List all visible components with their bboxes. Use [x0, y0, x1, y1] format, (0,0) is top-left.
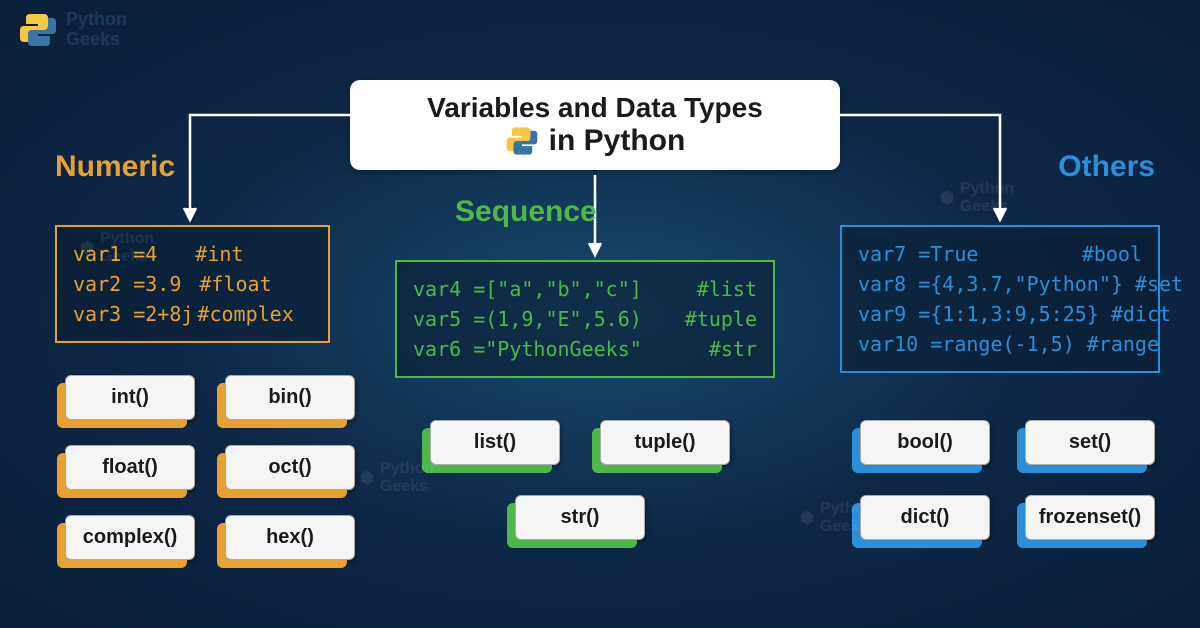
sequence-code-box: var4 =["a","b","c"]#list var5 =(1,9,"E",…	[395, 260, 775, 378]
fn-tuple: tuple()	[600, 420, 730, 465]
fn-complex: complex()	[65, 515, 195, 560]
brand-logo: Python Geeks	[18, 10, 127, 50]
fn-float: float()	[65, 445, 195, 490]
fn-list: list()	[430, 420, 560, 465]
sequence-label: Sequence	[455, 195, 597, 229]
python-logo-icon	[18, 10, 58, 50]
fn-str: str()	[515, 495, 645, 540]
python-icon	[505, 124, 539, 158]
fn-set: set()	[1025, 420, 1155, 465]
fn-frozenset: frozenset()	[1025, 495, 1155, 540]
fn-hex: hex()	[225, 515, 355, 560]
watermark: ⬢PythonGeeks	[80, 230, 154, 266]
title-line1: Variables and Data Types	[370, 92, 820, 124]
fn-int: int()	[65, 375, 195, 420]
fn-oct: oct()	[225, 445, 355, 490]
title-box: Variables and Data Types in Python	[350, 80, 840, 170]
watermark: ⬢PythonGeeks	[360, 460, 434, 496]
watermark: ⬢PythonGeeks	[800, 500, 874, 536]
numeric-label: Numeric	[55, 150, 175, 184]
fn-bin: bin()	[225, 375, 355, 420]
fn-dict: dict()	[860, 495, 990, 540]
brand-text: Python Geeks	[66, 10, 127, 50]
fn-bool: bool()	[860, 420, 990, 465]
watermark: ⬢PythonGeeks	[940, 180, 1014, 216]
others-label: Others	[1058, 150, 1155, 184]
others-code-box: var7 =True#bool var8 ={4,3.7,"Python"}#s…	[840, 225, 1160, 373]
title-line2: in Python	[370, 124, 820, 158]
